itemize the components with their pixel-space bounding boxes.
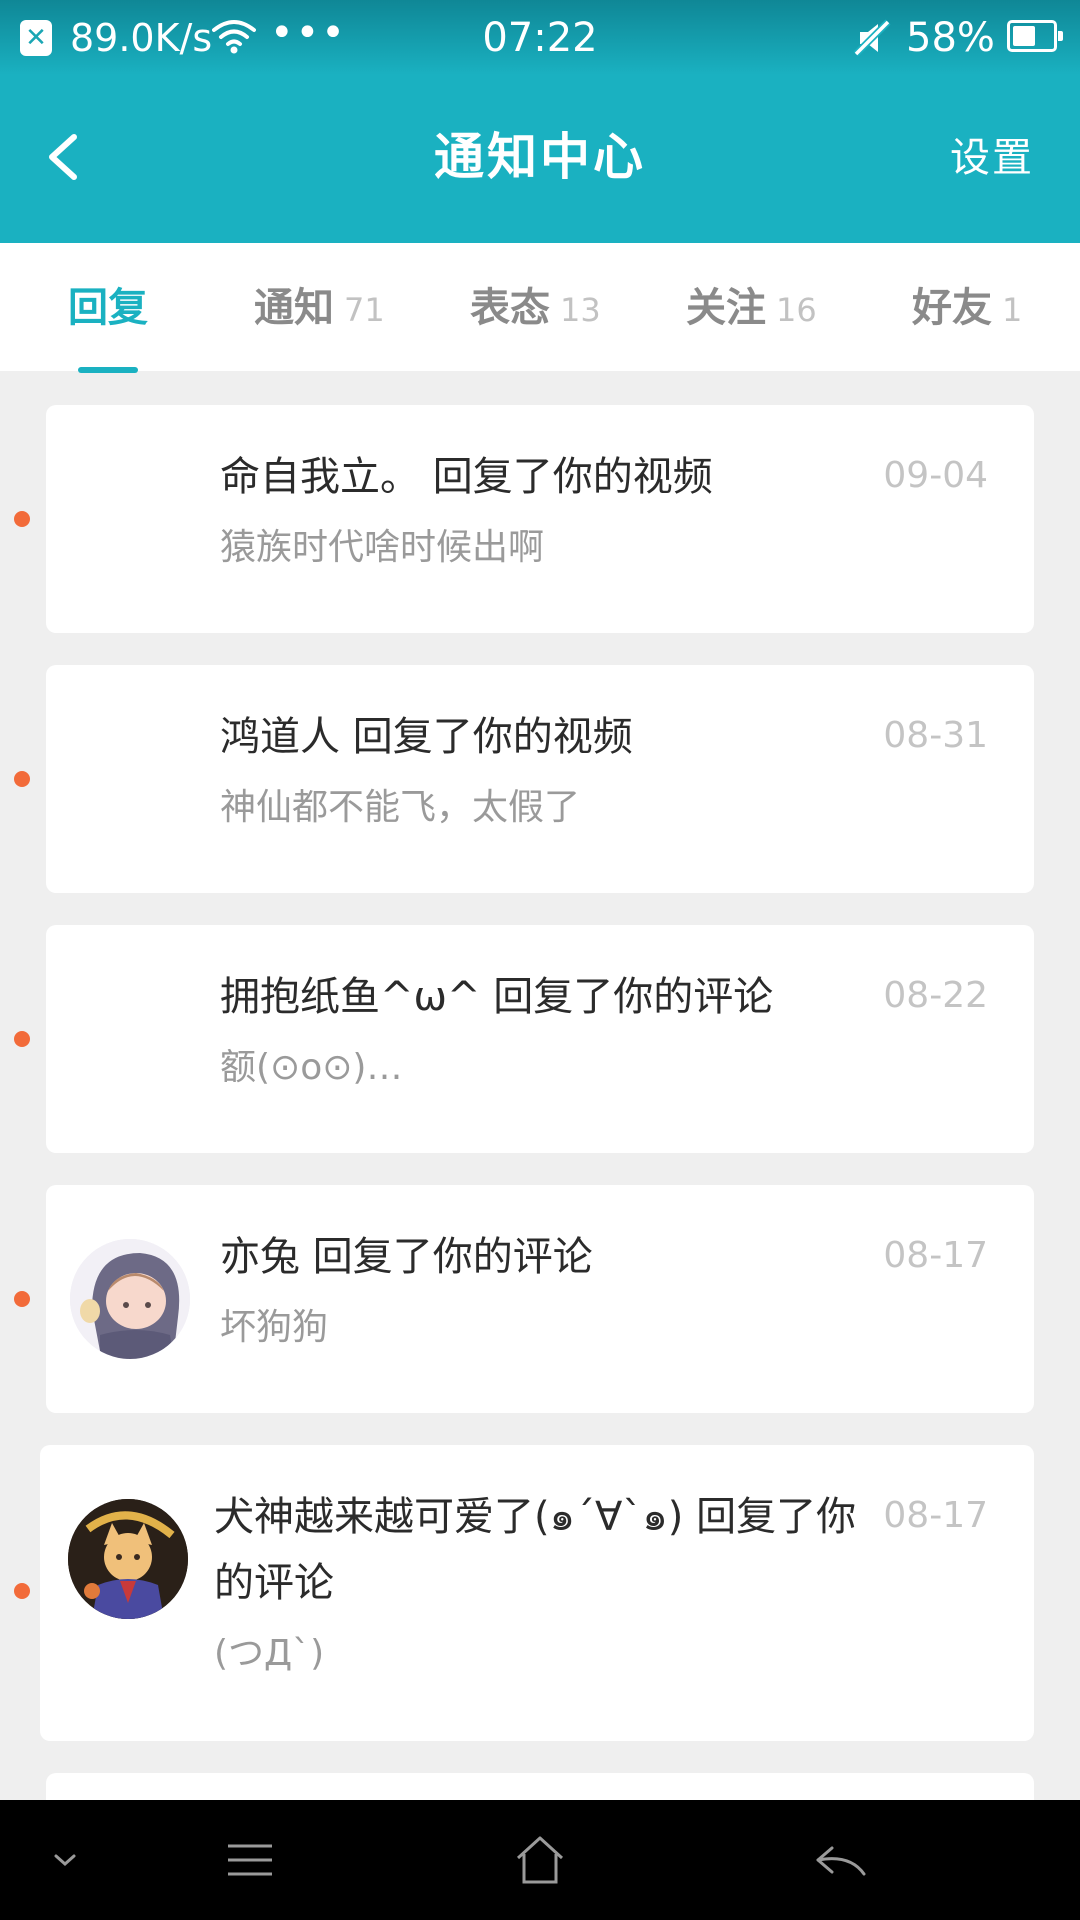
item-body: 神仙都不能飞，太假了 — [220, 787, 581, 828]
item-body: (つД`) — [214, 1633, 325, 1674]
unread-dot — [14, 1583, 30, 1599]
mute-icon — [853, 19, 891, 57]
item-body: 坏狗狗 — [220, 1307, 329, 1348]
item-title: 鸿道人 回复了你的视频 — [220, 714, 633, 760]
app-bar: 通知中心 设置 — [0, 75, 1080, 243]
menu-icon[interactable] — [220, 1830, 280, 1890]
tab-notifications[interactable]: 通知 71 — [254, 283, 385, 339]
tab-count: 16 — [776, 291, 817, 329]
tab-label: 表态 — [470, 285, 550, 331]
status-bar: ✕ 89.0K/s ••• 07:22 58% — [0, 0, 1080, 75]
item-title: 犬神越来越可爱了(๑´∀`๑) 回复了你的评论 — [214, 1494, 857, 1606]
item-body: 猿族时代啥时候出啊 — [220, 527, 545, 568]
list-item[interactable]: 犬神越来越可爱了(๑´∀`๑) 回复了你的评论 (つД`) 08-17 — [40, 1445, 1034, 1741]
list-item[interactable]: 命自我立。 回复了你的视频 猿族时代啥时候出啊 09-04 — [46, 405, 1034, 633]
anime-hooded-character-avatar — [70, 1239, 190, 1359]
list-item[interactable]: 拥抱纸鱼^ω^ 回复了你的评论 额(⊙o⊙)… 08-22 — [46, 925, 1034, 1153]
item-date: 08-22 — [883, 975, 988, 1016]
item-date: 09-04 — [883, 455, 988, 496]
item-title: 命自我立。 回复了你的视频 — [220, 454, 713, 500]
back-arrow-icon[interactable] — [810, 1830, 870, 1890]
unread-dot — [14, 1031, 30, 1047]
unread-dot — [14, 1291, 30, 1307]
item-title: 亦兔 回复了你的评论 — [220, 1234, 593, 1280]
battery-percent: 58% — [906, 15, 995, 61]
list-item[interactable]: 鸿道人 回复了你的视频 神仙都不能飞，太假了 08-31 — [46, 665, 1034, 893]
tab-follows[interactable]: 关注 16 — [686, 283, 817, 339]
item-body: 额(⊙o⊙)… — [220, 1047, 403, 1088]
item-date: 08-17 — [883, 1235, 988, 1276]
tab-label: 通知 — [254, 285, 334, 331]
tab-label: 好友 — [912, 285, 992, 331]
tab-count: 13 — [560, 291, 601, 329]
notification-list: 命自我立。 回复了你的视频 猿族时代啥时候出啊 09-04 鸿道人 回复了你的视… — [0, 371, 1080, 1800]
avatar[interactable] — [70, 1239, 190, 1359]
tab-label: 关注 — [686, 285, 766, 331]
list-item[interactable] — [46, 1773, 1034, 1800]
tab-label: 回复 — [68, 285, 148, 331]
tab-reactions[interactable]: 表态 13 — [470, 283, 601, 339]
battery-icon — [1007, 20, 1063, 52]
anime-dog-character-avatar — [68, 1499, 188, 1619]
item-date: 08-17 — [883, 1495, 988, 1536]
item-title: 拥抱纸鱼^ω^ 回复了你的评论 — [220, 974, 774, 1020]
list-item[interactable]: 亦兔 回复了你的评论 坏狗狗 08-17 — [46, 1185, 1034, 1413]
nav-bar — [0, 1800, 1080, 1920]
tab-replies[interactable]: 回复 — [68, 283, 158, 339]
tab-count: 1 — [1002, 291, 1023, 329]
battery-level — [1013, 26, 1035, 46]
settings-button[interactable]: 设置 — [950, 133, 1034, 183]
avatar[interactable] — [68, 1499, 188, 1619]
tab-count: 71 — [344, 291, 385, 329]
item-date: 08-31 — [883, 715, 988, 756]
home-icon[interactable] — [510, 1830, 570, 1890]
tab-bar: 回复 通知 71 表态 13 关注 16 好友 1 — [0, 243, 1080, 373]
unread-dot — [14, 771, 30, 787]
chevron-down-icon[interactable] — [50, 1830, 80, 1890]
page-title: 通知中心 — [434, 128, 646, 186]
tab-friends[interactable]: 好友 1 — [912, 283, 1022, 339]
unread-dot — [14, 511, 30, 527]
